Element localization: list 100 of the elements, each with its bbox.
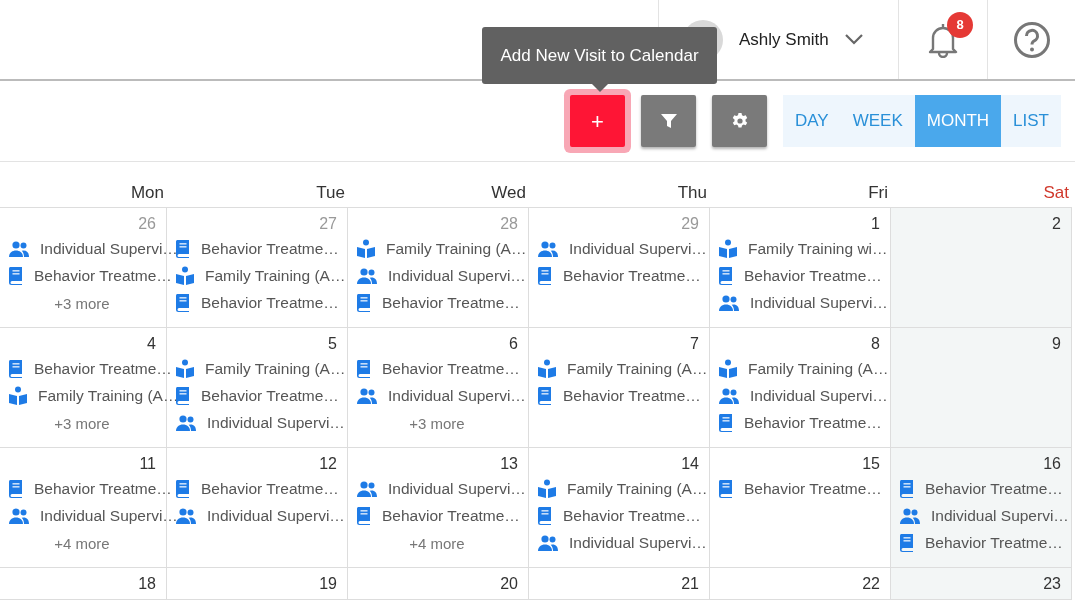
add-visit-button[interactable]: +: [570, 95, 625, 147]
notification-badge: 8: [947, 11, 973, 38]
event-title[interactable]: Behavior Treatme…: [563, 263, 701, 288]
event-title[interactable]: Family Training (A…: [386, 236, 527, 261]
event-title[interactable]: Family Training (A…: [567, 476, 708, 501]
date-number: 11: [139, 455, 156, 472]
chevron-down-icon[interactable]: [844, 34, 863, 45]
help-icon[interactable]: [1012, 20, 1051, 59]
book-icon: [8, 266, 24, 285]
event-title[interactable]: Individual Supervi…: [207, 503, 345, 528]
event-title[interactable]: Behavior Treatme…: [744, 410, 882, 435]
book-icon: [537, 506, 553, 525]
event-title[interactable]: Behavior Treatme…: [382, 356, 520, 381]
event-title[interactable]: Individual Supervi…: [750, 383, 888, 408]
event-title[interactable]: Behavior Treatme…: [201, 290, 339, 315]
event-title[interactable]: Family Training (A…: [38, 383, 179, 408]
book-icon: [8, 359, 24, 378]
filter-button[interactable]: [641, 95, 696, 147]
people-icon: [175, 506, 197, 525]
event-title[interactable]: Behavior Treatme…: [34, 356, 172, 381]
more-link[interactable]: +3 more: [54, 415, 110, 432]
book-icon: [718, 479, 734, 498]
more-link[interactable]: +4 more: [54, 535, 110, 552]
event-title[interactable]: Individual Supervi…: [388, 383, 526, 408]
event-title[interactable]: Behavior Treatme…: [563, 503, 701, 528]
book-icon: [175, 239, 191, 258]
event-title[interactable]: Individual Supervi…: [40, 503, 178, 528]
event-title[interactable]: Behavior Treatme…: [382, 503, 520, 528]
event-title[interactable]: Individual Supervi…: [40, 236, 178, 261]
more-link[interactable]: +3 more: [54, 295, 110, 312]
date-number: 29: [681, 215, 699, 232]
book-icon: [899, 533, 915, 552]
people-icon: [8, 239, 30, 258]
event-title[interactable]: Behavior Treatme…: [925, 530, 1063, 555]
event-title[interactable]: Family Training (A…: [567, 356, 708, 381]
event-title[interactable]: Family Training (A…: [748, 356, 889, 381]
event-title[interactable]: Behavior Treatme…: [563, 383, 701, 408]
date-number: 13: [500, 455, 518, 472]
more-link[interactable]: +4 more: [409, 535, 465, 552]
reader-icon: [718, 359, 738, 378]
weekday-label: Fri: [868, 183, 888, 202]
date-number: 19: [319, 575, 337, 592]
date-number: 21: [681, 575, 699, 592]
event-title[interactable]: Family Training (A…: [205, 356, 346, 381]
date-number: 22: [862, 575, 880, 592]
date-number: 15: [862, 455, 880, 472]
weekday-label: Sat: [1043, 183, 1069, 202]
reader-icon: [175, 266, 195, 285]
date-number: 18: [138, 575, 156, 592]
date-number: 27: [319, 215, 337, 232]
book-icon: [175, 386, 191, 405]
event-title[interactable]: Individual Supervi…: [931, 503, 1069, 528]
event-title[interactable]: Individual Supervi…: [750, 290, 888, 315]
event-title[interactable]: Family Training wi…: [748, 236, 888, 261]
event-title[interactable]: Behavior Treatme…: [744, 263, 882, 288]
event-title[interactable]: Behavior Treatme…: [201, 476, 339, 501]
event-title[interactable]: Individual Supervi…: [207, 410, 345, 435]
date-number: 4: [147, 335, 156, 352]
bell-icon[interactable]: [927, 21, 959, 58]
book-icon: [8, 479, 24, 498]
user-name[interactable]: Ashly Smith: [739, 26, 829, 53]
people-icon: [356, 479, 378, 498]
reader-icon: [8, 386, 28, 405]
date-number: 28: [500, 215, 518, 232]
people-icon: [8, 506, 30, 525]
people-icon: [537, 239, 559, 258]
book-icon: [899, 479, 915, 498]
weekday-label: Mon: [130, 183, 164, 202]
event-title[interactable]: Family Training (A…: [205, 263, 346, 288]
event-title[interactable]: Individual Supervi…: [388, 476, 526, 501]
event-title[interactable]: Individual Supervi…: [388, 263, 526, 288]
people-icon: [718, 386, 740, 405]
gear-icon: [730, 112, 749, 130]
event-title[interactable]: Individual Supervi…: [569, 530, 707, 555]
event-title[interactable]: Behavior Treatme…: [744, 476, 882, 501]
book-icon: [175, 479, 191, 498]
date-number: 8: [871, 335, 880, 352]
reader-icon: [356, 239, 376, 258]
date-number: 6: [509, 335, 518, 352]
event-title[interactable]: Behavior Treatme…: [382, 290, 520, 315]
date-number: 23: [1043, 575, 1061, 592]
date-number: 26: [138, 215, 156, 232]
book-icon: [537, 266, 553, 285]
event-title[interactable]: Behavior Treatme…: [201, 236, 339, 261]
book-icon: [718, 266, 734, 285]
event-title[interactable]: Behavior Treatme…: [34, 263, 172, 288]
book-icon: [356, 293, 372, 312]
event-title[interactable]: Behavior Treatme…: [34, 476, 172, 501]
event-title[interactable]: Behavior Treatme…: [201, 383, 339, 408]
book-icon: [356, 359, 372, 378]
tooltip: Add New Visit to Calendar: [482, 27, 717, 84]
more-link[interactable]: +3 more: [409, 415, 465, 432]
reader-icon: [537, 479, 557, 498]
event-title[interactable]: Individual Supervi…: [569, 236, 707, 261]
settings-button[interactable]: [712, 95, 767, 147]
date-number: 7: [690, 335, 699, 352]
event-title[interactable]: Behavior Treatme…: [925, 476, 1063, 501]
filter-icon: [659, 112, 678, 130]
date-number: 14: [681, 455, 699, 472]
book-icon: [356, 506, 372, 525]
